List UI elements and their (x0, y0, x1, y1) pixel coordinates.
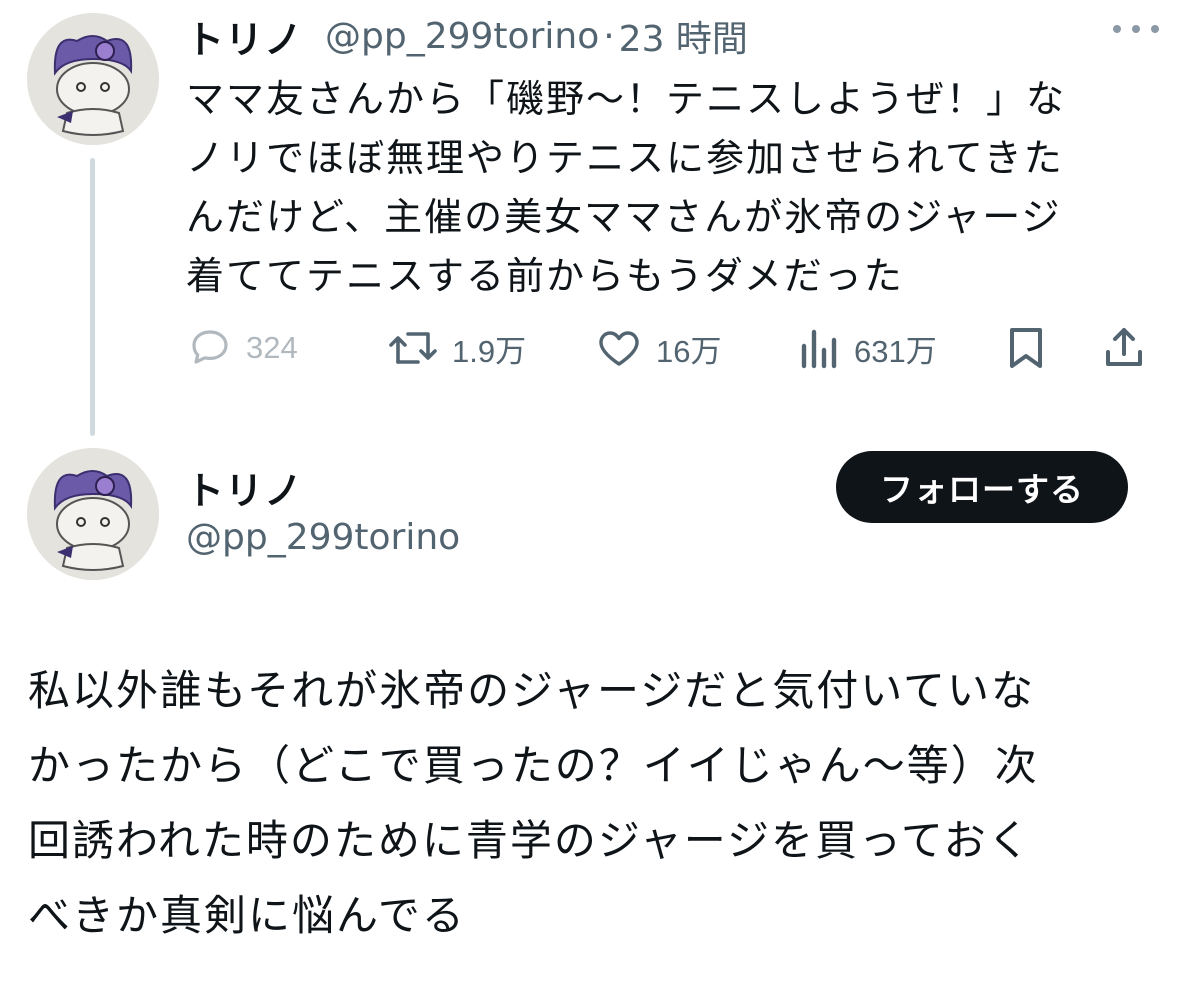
tweet-text: ママ友さんから「磯野〜！テニスしようぜ！」な ノリでほぼ無理やりテニスに参加させ… (186, 70, 1146, 306)
tweet-text-line: かったから（どこで買ったの？イイじゃん〜等）次 (28, 741, 1039, 790)
thread-line (90, 158, 95, 436)
retweet-button[interactable]: 1.9万 (386, 318, 526, 378)
tweet-text-line: ノリでほぼ無理やりテニスに参加させられてきた (186, 136, 1064, 180)
heart-icon (594, 324, 644, 372)
follow-button[interactable]: フォローする (836, 451, 1128, 523)
speech-bubble-icon (186, 324, 234, 372)
bookmark-icon (1004, 324, 1048, 372)
tweet-text-line: 回誘われた時のために青学のジャージを買っておく (28, 816, 1032, 865)
like-button[interactable]: 16万 (594, 318, 721, 378)
reply-count: 324 (246, 330, 298, 365)
more-dots-icon[interactable] (1113, 14, 1159, 44)
handle[interactable]: @pp_299torino (325, 16, 599, 57)
handle[interactable]: @pp_299torino (186, 517, 460, 558)
views-button[interactable]: 631万 (798, 318, 937, 378)
like-count: 16万 (656, 333, 722, 369)
tweet-text-line: んだけど、主催の美女ママさんが氷帝のジャージ (186, 195, 1062, 239)
separator: · (603, 15, 615, 57)
tweet-text-line: 着ててテニスする前からもうダメだった (186, 254, 904, 298)
tweet-text-line: べきか真剣に悩んでる (28, 891, 466, 940)
avatar[interactable] (27, 13, 159, 145)
retweet-count: 1.9万 (452, 333, 527, 369)
tweet-text-line: 私以外誰もそれが氷帝のジャージだと気付いていな (28, 666, 1035, 715)
tweet-text-line: ママ友さんから「磯野〜！テニスしようぜ！」な (186, 77, 1067, 121)
reply-button[interactable]: 324 (186, 318, 298, 378)
tweet-text: 私以外誰もそれが氷帝のジャージだと気付いていな かったから（どこで買ったの？イイ… (28, 653, 1158, 953)
view-count: 631万 (854, 333, 937, 369)
tweet-header: トリノ @pp_299torino · 23 時間 (186, 10, 748, 62)
bookmark-button[interactable] (1004, 318, 1048, 378)
bar-chart-icon (798, 324, 842, 372)
avatar[interactable] (27, 448, 159, 580)
action-bar: 324 1.9万 16万 631万 (186, 318, 1156, 378)
retweet-icon (386, 324, 440, 372)
display-name[interactable]: トリノ (186, 460, 303, 515)
share-button[interactable] (1100, 318, 1148, 378)
timestamp[interactable]: 23 時間 (619, 10, 748, 62)
display-name[interactable]: トリノ (186, 9, 303, 64)
share-icon (1100, 324, 1148, 372)
